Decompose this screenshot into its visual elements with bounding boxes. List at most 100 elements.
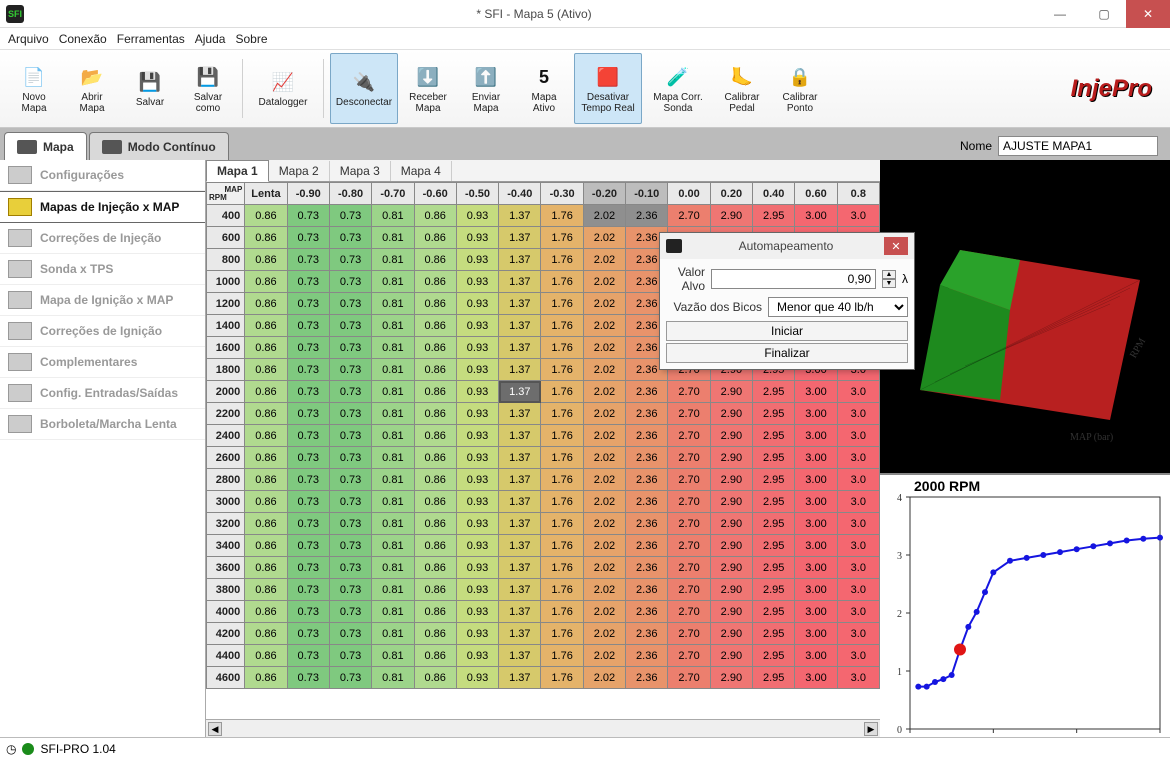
grid-cell[interactable]: 1.37 <box>499 227 541 249</box>
grid-cell[interactable]: 0.73 <box>287 227 329 249</box>
sidebar-item-1[interactable]: Mapas de Injeção x MAP <box>0 191 205 223</box>
grid-cell[interactable]: 0.81 <box>372 359 414 381</box>
grid-cell[interactable]: 1.37 <box>499 403 541 425</box>
grid-cell[interactable]: 0.86 <box>414 535 456 557</box>
grid-cell[interactable]: 0.86 <box>245 667 287 689</box>
grid-cell[interactable]: 1.76 <box>541 315 583 337</box>
col-header[interactable]: -0.80 <box>329 183 371 205</box>
row-header[interactable]: 4400 <box>207 645 245 667</box>
grid-cell[interactable]: 0.93 <box>456 601 498 623</box>
grid-cell[interactable]: 0.86 <box>245 227 287 249</box>
grid-cell[interactable]: 1.76 <box>541 601 583 623</box>
col-header[interactable]: -0.90 <box>287 183 329 205</box>
grid-cell[interactable]: 2.02 <box>583 601 625 623</box>
grid-cell[interactable]: 2.02 <box>583 535 625 557</box>
grid-cell[interactable]: 1.37 <box>499 293 541 315</box>
row-header[interactable]: 2600 <box>207 447 245 469</box>
grid-cell[interactable]: 2.02 <box>583 337 625 359</box>
grid-cell[interactable]: 1.37 <box>499 205 541 227</box>
grid-cell[interactable]: 3.00 <box>795 601 837 623</box>
valor-alvo-spinner[interactable]: ▲▼ <box>882 270 896 288</box>
grid-cell[interactable]: 0.81 <box>372 337 414 359</box>
grid-cell[interactable]: 2.95 <box>753 645 795 667</box>
grid-cell[interactable]: 2.95 <box>753 623 795 645</box>
col-header[interactable]: 0.20 <box>710 183 752 205</box>
grid-cell[interactable]: 2.90 <box>710 579 752 601</box>
grid-cell[interactable]: 0.73 <box>329 337 371 359</box>
grid-cell[interactable]: 3.00 <box>795 579 837 601</box>
grid-cell[interactable]: 3.0 <box>837 447 879 469</box>
row-header[interactable]: 1000 <box>207 271 245 293</box>
grid-cell[interactable]: 3.0 <box>837 667 879 689</box>
grid-cell[interactable]: 1.37 <box>499 645 541 667</box>
grid-cell[interactable]: 0.86 <box>414 381 456 403</box>
scroll-left-icon[interactable]: ◀ <box>208 722 222 736</box>
calibrar-ponto-button[interactable]: 🔒 Calibrar Ponto <box>772 53 828 124</box>
grid-cell[interactable]: 1.76 <box>541 403 583 425</box>
grid-cell[interactable]: 2.36 <box>626 557 668 579</box>
grid-cell[interactable]: 2.95 <box>753 579 795 601</box>
mapa-ativo-button[interactable]: 5 Mapa Ativo <box>516 53 572 124</box>
grid-cell[interactable]: 0.86 <box>414 337 456 359</box>
grid-cell[interactable]: 2.02 <box>583 645 625 667</box>
minimize-button[interactable]: — <box>1038 0 1082 28</box>
sidebar-item-5[interactable]: Correções de Ignição <box>0 316 205 347</box>
grid-cell[interactable]: 0.81 <box>372 381 414 403</box>
grid-cell[interactable]: 1.37 <box>499 623 541 645</box>
grid-cell[interactable]: 2.90 <box>710 425 752 447</box>
grid-cell[interactable]: 2.02 <box>583 227 625 249</box>
grid-cell[interactable]: 0.73 <box>287 513 329 535</box>
tab-modo-continuo[interactable]: Modo Contínuo <box>89 132 229 160</box>
grid-cell[interactable]: 2.90 <box>710 447 752 469</box>
sidebar-item-6[interactable]: Complementares <box>0 347 205 378</box>
grid-cell[interactable]: 2.02 <box>583 249 625 271</box>
grid-cell[interactable]: 0.93 <box>456 403 498 425</box>
grid-cell[interactable]: 0.73 <box>287 315 329 337</box>
grid-cell[interactable]: 0.86 <box>245 645 287 667</box>
row-header[interactable]: 1600 <box>207 337 245 359</box>
grid-cell[interactable]: 2.36 <box>626 513 668 535</box>
grid-cell[interactable]: 2.90 <box>710 491 752 513</box>
col-header[interactable]: 0.00 <box>668 183 710 205</box>
grid-cell[interactable]: 0.93 <box>456 469 498 491</box>
grid-cell[interactable]: 0.81 <box>372 491 414 513</box>
grid-cell[interactable]: 2.70 <box>668 601 710 623</box>
grid-cell[interactable]: 0.86 <box>245 337 287 359</box>
grid-cell[interactable]: 3.00 <box>795 513 837 535</box>
grid-cell[interactable]: 2.70 <box>668 667 710 689</box>
menu-arquivo[interactable]: Arquivo <box>8 32 49 46</box>
grid-cell[interactable]: 1.76 <box>541 205 583 227</box>
row-header[interactable]: 400 <box>207 205 245 227</box>
grid-cell[interactable]: 3.0 <box>837 535 879 557</box>
grid-cell[interactable]: 3.0 <box>837 579 879 601</box>
grid-cell[interactable]: 0.86 <box>414 359 456 381</box>
grid-cell[interactable]: 0.86 <box>245 271 287 293</box>
grid-cell[interactable]: 0.93 <box>456 491 498 513</box>
grid-cell[interactable]: 1.76 <box>541 623 583 645</box>
grid-cell[interactable]: 1.37 <box>499 447 541 469</box>
grid-cell[interactable]: 0.73 <box>329 315 371 337</box>
grid-cell[interactable]: 1.76 <box>541 381 583 403</box>
grid-cell[interactable]: 1.76 <box>541 293 583 315</box>
grid-cell[interactable]: 2.36 <box>626 601 668 623</box>
grid-cell[interactable]: 0.86 <box>245 205 287 227</box>
grid-cell[interactable]: 3.00 <box>795 469 837 491</box>
row-header[interactable]: 4200 <box>207 623 245 645</box>
grid-cell[interactable]: 0.86 <box>245 447 287 469</box>
grid-cell[interactable]: 3.0 <box>837 469 879 491</box>
grid-cell[interactable]: 1.37 <box>499 601 541 623</box>
grid-cell[interactable]: 0.73 <box>329 469 371 491</box>
salvar-button[interactable]: 💾 Salvar <box>122 53 178 124</box>
grid-cell[interactable]: 2.90 <box>710 601 752 623</box>
sidebar-item-7[interactable]: Config. Entradas/Saídas <box>0 378 205 409</box>
grid-cell[interactable]: 0.86 <box>245 579 287 601</box>
maximize-button[interactable]: ▢ <box>1082 0 1126 28</box>
grid-cell[interactable]: 2.02 <box>583 513 625 535</box>
grid-cell[interactable]: 2.90 <box>710 667 752 689</box>
grid-cell[interactable]: 0.86 <box>414 601 456 623</box>
grid-cell[interactable]: 2.95 <box>753 601 795 623</box>
grid-cell[interactable]: 2.95 <box>753 535 795 557</box>
grid-cell[interactable]: 1.76 <box>541 513 583 535</box>
col-header[interactable]: 0.8 <box>837 183 879 205</box>
grid-cell[interactable]: 0.73 <box>287 359 329 381</box>
